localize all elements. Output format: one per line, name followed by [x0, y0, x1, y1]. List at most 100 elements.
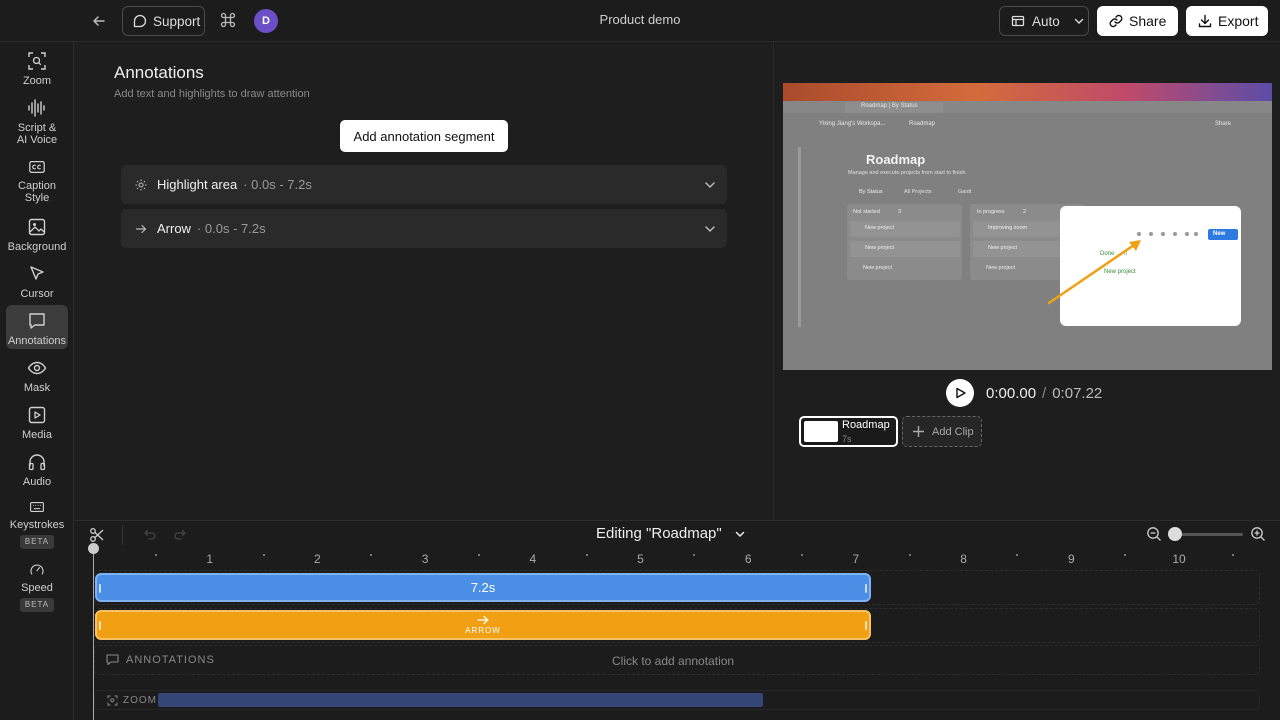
chevron-down-icon[interactable]: [703, 222, 717, 236]
ruler-half-tick: [1016, 554, 1019, 556]
segment-time: · 0.0s - 7.2s: [196, 221, 266, 236]
command-icon[interactable]: [219, 11, 237, 29]
zoom-slider-handle[interactable]: [1168, 527, 1182, 541]
ruler-half-tick: [154, 554, 157, 556]
editing-clip-dropdown[interactable]: Editing "Roadmap": [596, 525, 746, 542]
avatar[interactable]: D: [254, 9, 278, 33]
ruler-tick-label: 1: [206, 552, 214, 566]
export-button[interactable]: Export: [1186, 6, 1268, 36]
page-description: Manage and execute projects from start t…: [848, 170, 967, 176]
timeline: Editing "Roadmap" 1 2 3 4 5 6 7 8 9 10 7.2s ARROW…: [74, 520, 1280, 720]
column-count: 2: [1023, 209, 1027, 215]
annotations-panel: Annotations Add text and highlights to d…: [74, 42, 774, 520]
sidebar-item-audio[interactable]: Audio: [6, 452, 68, 488]
ruler-tick-label: 7: [852, 552, 860, 566]
card-title: New project: [988, 245, 1018, 251]
back-button[interactable]: [88, 10, 110, 32]
clip-name: Roadmap: [842, 419, 890, 431]
time-separator: /: [1042, 385, 1047, 402]
duration: 0:07.22: [1052, 385, 1103, 402]
image-icon: [28, 218, 46, 236]
play-button[interactable]: [946, 379, 974, 407]
plus-icon: [913, 426, 924, 437]
zoom-label: ZOOM: [123, 695, 157, 706]
redo-icon[interactable]: [173, 527, 188, 542]
zoom-slider-track[interactable]: [1175, 533, 1243, 536]
sidebar-item-label: Media: [22, 429, 52, 441]
right-handle[interactable]: [865, 621, 867, 630]
link-icon: [1109, 14, 1123, 28]
annotation-arrow: [1047, 240, 1141, 305]
segment-time: · 0.0s - 7.2s: [243, 177, 312, 192]
sidebar-item-zoom[interactable]: Zoom: [6, 51, 68, 89]
annotation-segment-highlight[interactable]: Highlight area · 0.0s - 7.2s: [121, 165, 727, 204]
panel-title: Annotations: [114, 63, 204, 82]
add-clip-label: Add Clip: [932, 425, 974, 438]
cursor-icon: [30, 266, 44, 280]
support-label: Support: [153, 13, 201, 29]
editing-title: Editing "Roadmap": [596, 525, 722, 542]
sidebar-item-mask[interactable]: Mask: [6, 358, 68, 394]
sidebar-item-caption-style[interactable]: Caption Style: [6, 158, 68, 204]
column-name: Not started: [853, 209, 880, 215]
page-title: Roadmap: [866, 152, 926, 167]
sidebar-item-label: Caption Style: [18, 180, 56, 204]
add-annotation-hint[interactable]: Click to add annotation: [612, 654, 734, 668]
zoom-out-icon[interactable]: [1146, 526, 1162, 542]
undo-icon[interactable]: [142, 527, 157, 542]
clip-thumbnail[interactable]: Roadmap 7s: [799, 416, 898, 447]
zoom-segment[interactable]: [158, 693, 763, 707]
eye-icon: [27, 361, 47, 375]
segment-name: Arrow: [157, 221, 191, 236]
ruler-tick-label: 8: [960, 552, 967, 566]
ruler-half-tick: [477, 554, 480, 556]
keyboard-icon: [30, 502, 44, 512]
caption-icon: [29, 160, 45, 174]
ruler-tick-label: 4: [529, 552, 537, 566]
sidebar-item-label: Cursor: [20, 288, 54, 300]
divider: [122, 525, 123, 545]
page-sidebar-scroll: [798, 147, 801, 327]
ruler-half-tick: [908, 554, 911, 556]
ruler-half-tick: [370, 554, 373, 556]
video-clip-segment[interactable]: 7.2s: [95, 573, 871, 602]
support-button[interactable]: Support: [122, 6, 205, 36]
left-handle[interactable]: [99, 621, 101, 630]
annotation-segment-arrow[interactable]: Arrow · 0.0s - 7.2s: [121, 209, 727, 248]
sidebar-item-background[interactable]: Background: [6, 217, 68, 253]
clip-thumb-image: [804, 421, 838, 442]
right-handle[interactable]: [865, 584, 867, 593]
sidebar-item-speed[interactable]: Speed BETA: [6, 562, 68, 612]
ruler-half-tick: [1124, 554, 1127, 556]
layout-dropdown[interactable]: Auto: [999, 6, 1089, 36]
export-label: Export: [1218, 13, 1259, 29]
sidebar-item-media[interactable]: Media: [6, 405, 68, 441]
video-preview[interactable]: Roadmap | By Status Yixing Jiang's Works…: [783, 83, 1272, 370]
column-add: New project: [986, 265, 1016, 271]
playhead-line: [93, 547, 94, 720]
chevron-down-icon[interactable]: [703, 178, 717, 192]
scissors-icon[interactable]: [89, 527, 105, 543]
share-button[interactable]: Share: [1097, 6, 1178, 36]
sidebar-item-annotations[interactable]: Annotations: [6, 305, 68, 349]
timecode: 0:00.00 / 0:07.22: [986, 385, 1102, 402]
share-label: Share: [1129, 13, 1167, 29]
sidebar-item-cursor[interactable]: Cursor: [6, 264, 68, 300]
beta-badge: BETA: [19, 535, 55, 549]
view-tab: Gantt: [958, 189, 972, 195]
zoom-in-icon[interactable]: [1250, 526, 1266, 542]
playhead-handle[interactable]: [88, 543, 99, 554]
sidebar-item-script-ai-voice[interactable]: Script & AI Voice: [6, 98, 68, 146]
left-handle[interactable]: [99, 584, 101, 593]
project-title: Product demo: [599, 12, 681, 27]
sidebar-item-keystrokes[interactable]: Keystrokes BETA: [6, 499, 68, 549]
sidebar-item-label: Script & AI Voice: [16, 122, 58, 146]
add-clip-button[interactable]: Add Clip: [902, 416, 982, 447]
arrow-annotation-segment[interactable]: ARROW: [95, 610, 871, 640]
arrow-right-icon: [135, 224, 147, 233]
beta-badge: BETA: [19, 598, 55, 612]
add-annotation-segment-button[interactable]: Add annotation segment: [340, 120, 508, 152]
ruler-half-tick: [585, 554, 588, 556]
card-title: New project: [865, 225, 895, 231]
sidebar-item-label: Background: [7, 241, 67, 253]
